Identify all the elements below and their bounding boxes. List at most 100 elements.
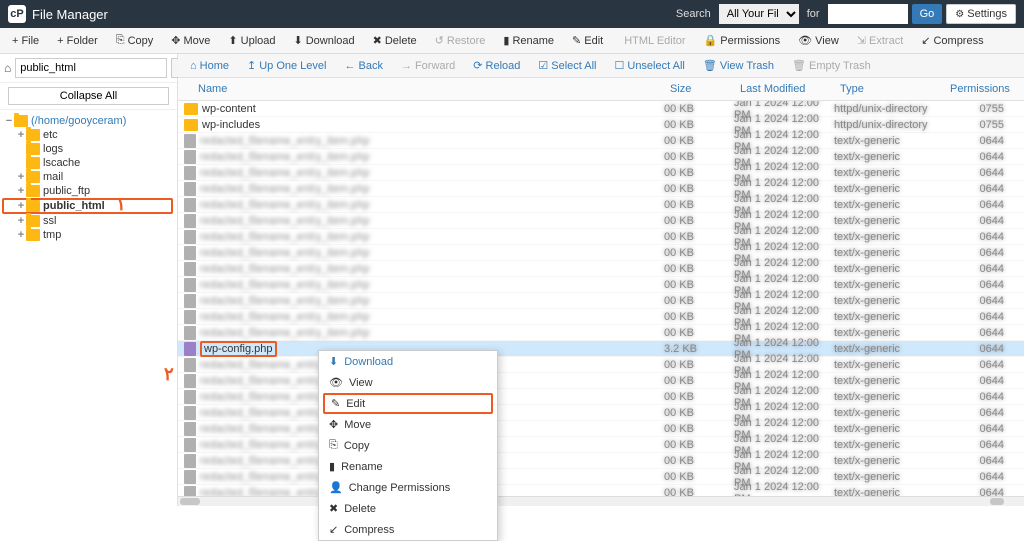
view-icon: 👁: [329, 376, 343, 389]
ctx-change-permissions-item[interactable]: 👤Change Permissions: [319, 477, 497, 498]
delete-icon: ✖: [329, 502, 338, 515]
toolbar-edit-button[interactable]: ✎ Edit: [564, 31, 611, 50]
file-row[interactable]: redacted_filename_entry_item.php00 KBJan…: [178, 229, 1024, 245]
file-row[interactable]: redacted_filename_entry_item.php00 KBJan…: [178, 133, 1024, 149]
file-row[interactable]: redacted_filename_entry_item.php00 KBJan…: [178, 373, 1024, 389]
tree-node-ssl[interactable]: +ssl: [4, 214, 173, 228]
change permissions-icon: 👤: [329, 481, 343, 494]
file-icon: [184, 134, 196, 148]
col-size[interactable]: Size: [664, 80, 734, 98]
tree-node-lscache[interactable]: lscache: [4, 156, 173, 170]
toolbar-download-button[interactable]: ⬇ Download: [286, 31, 363, 50]
file-row[interactable]: redacted_filename_entry_item.php00 KBJan…: [178, 181, 1024, 197]
file-row[interactable]: redacted_filename_entry_item.php00 KBJan…: [178, 213, 1024, 229]
col-permissions[interactable]: Permissions: [944, 80, 1024, 98]
file-row[interactable]: redacted_filename_entry_item.php00 KBJan…: [178, 325, 1024, 341]
context-menu: ⬇Download👁View✎Edit✥Move⎘Copy▮Rename👤Cha…: [318, 350, 498, 541]
horizontal-scrollbar[interactable]: [178, 496, 1024, 506]
file-row[interactable]: redacted_filename_entry_item.php00 KBJan…: [178, 469, 1024, 485]
toolbar-view-button[interactable]: 👁 View: [790, 31, 847, 50]
toolbar-compress-button[interactable]: ↙ Compress: [913, 31, 991, 50]
for-label: for: [803, 8, 824, 20]
toolbar-move-button[interactable]: ✥ Move: [163, 31, 218, 50]
search-scope-select[interactable]: All Your Files: [719, 4, 799, 24]
file-row[interactable]: redacted_filename_entry_item.php00 KBJan…: [178, 389, 1024, 405]
view-trash-button[interactable]: 🗑 View Trash: [695, 57, 782, 74]
file-row[interactable]: redacted_filename_entry_item.php00 KBJan…: [178, 405, 1024, 421]
toolbar-delete-button[interactable]: ✖ Delete: [365, 31, 425, 50]
toolbar-restore-button[interactable]: ↺ Restore: [427, 31, 494, 50]
toolbar-upload-button[interactable]: ⬆ Upload: [220, 31, 283, 50]
ctx-compress-item[interactable]: ↙Compress: [319, 519, 497, 540]
search-label: Search: [672, 8, 715, 20]
extract-icon: ⇲: [857, 34, 866, 47]
file-row[interactable]: redacted_filename_entry_item.php00 KBJan…: [178, 165, 1024, 181]
file-icon: [184, 294, 196, 308]
toolbar-html-editor-button[interactable]: HTML Editor: [613, 32, 693, 50]
ctx-download-item[interactable]: ⬇Download: [319, 351, 497, 372]
select-all-button[interactable]: ☑ Select All: [530, 57, 604, 74]
download-icon: ⬇: [329, 355, 338, 368]
toolbar-permissions-button[interactable]: 🔒 Permissions: [696, 31, 789, 50]
nav-back-button[interactable]: ← Back: [336, 58, 390, 74]
tree-node-public_html[interactable]: +public_html: [2, 198, 173, 214]
nav-reload-button[interactable]: ⟳ Reload: [465, 57, 528, 74]
file-row[interactable]: redacted_filename_entry_item.php00 KBJan…: [178, 245, 1024, 261]
file-row[interactable]: redacted_filename_entry_item.php00 KBJan…: [178, 309, 1024, 325]
compress-icon: ↙: [329, 523, 338, 536]
col-name[interactable]: Name: [178, 80, 664, 98]
nav-forward-button[interactable]: → Forward: [393, 58, 463, 74]
path-input[interactable]: [15, 58, 167, 78]
nav-up-button[interactable]: ↥ Up One Level: [239, 57, 334, 74]
restore-icon: ↺: [435, 34, 444, 47]
file-row[interactable]: redacted_filename_entry_item.php00 KBJan…: [178, 437, 1024, 453]
col-modified[interactable]: Last Modified: [734, 80, 834, 98]
file-icon: [184, 422, 196, 436]
file-icon: [184, 390, 196, 404]
settings-button[interactable]: ⚙Settings: [946, 4, 1016, 24]
tree-node-public_ftp[interactable]: +public_ftp: [4, 184, 173, 198]
col-type[interactable]: Type: [834, 80, 944, 98]
file-row[interactable]: wp-content00 KBJan 1 2024 12:00 PMhttpd/…: [178, 101, 1024, 117]
file-icon: [184, 438, 196, 452]
toolbar-copy-button[interactable]: ⎘ Copy: [108, 31, 162, 50]
toolbar-folder-button[interactable]: + Folder: [49, 32, 106, 50]
file-row[interactable]: redacted_filename_entry_item.php00 KBJan…: [178, 261, 1024, 277]
file-row[interactable]: wp-config.php3.2 KBJan 1 2024 12:00 PMte…: [178, 341, 1024, 357]
ctx-move-item[interactable]: ✥Move: [319, 414, 497, 435]
file-icon: [184, 310, 196, 324]
tree-node-logs[interactable]: logs: [4, 142, 173, 156]
file-row[interactable]: redacted_filename_entry_item.php00 KBJan…: [178, 421, 1024, 437]
toolbar-extract-button[interactable]: ⇲ Extract: [849, 31, 911, 50]
copy-icon: ⎘: [116, 34, 125, 47]
toolbar-rename-button[interactable]: ▮ Rename: [495, 31, 562, 50]
ctx-rename-item[interactable]: ▮Rename: [319, 456, 497, 477]
home-icon[interactable]: ⌂: [4, 61, 11, 75]
gear-icon: ⚙: [955, 9, 964, 20]
file-icon: [184, 246, 196, 260]
tree-root[interactable]: −(/home/gooyceram): [4, 114, 173, 128]
tree-node-etc[interactable]: +etc: [4, 128, 173, 142]
copy-icon: ⎘: [329, 439, 338, 452]
unselect-all-button[interactable]: ☐ Unselect All: [607, 57, 693, 74]
ctx-view-item[interactable]: 👁View: [319, 372, 497, 393]
search-input[interactable]: [828, 4, 908, 24]
file-row[interactable]: redacted_filename_entry_item.php00 KBJan…: [178, 277, 1024, 293]
ctx-delete-item[interactable]: ✖Delete: [319, 498, 497, 519]
tree-node-tmp[interactable]: +tmp: [4, 228, 173, 242]
ctx-edit-item[interactable]: ✎Edit: [323, 393, 493, 414]
search-go-button[interactable]: Go: [912, 4, 943, 24]
file-row[interactable]: redacted_filename_entry_item.php00 KBJan…: [178, 453, 1024, 469]
file-row[interactable]: redacted_filename_entry_item.php00 KBJan…: [178, 357, 1024, 373]
annotation-1: ۱: [116, 194, 126, 215]
ctx-copy-item[interactable]: ⎘Copy: [319, 435, 497, 456]
file-row[interactable]: wp-includes00 KBJan 1 2024 12:00 PMhttpd…: [178, 117, 1024, 133]
collapse-all-button[interactable]: Collapse All: [8, 87, 169, 105]
file-row[interactable]: redacted_filename_entry_item.php00 KBJan…: [178, 293, 1024, 309]
file-row[interactable]: redacted_filename_entry_item.php00 KBJan…: [178, 197, 1024, 213]
empty-trash-button[interactable]: 🗑 Empty Trash: [784, 57, 879, 74]
tree-node-mail[interactable]: +mail: [4, 170, 173, 184]
nav-home-button[interactable]: ⌂ Home: [182, 58, 237, 74]
file-row[interactable]: redacted_filename_entry_item.php00 KBJan…: [178, 149, 1024, 165]
toolbar-file-button[interactable]: + File: [4, 32, 47, 50]
